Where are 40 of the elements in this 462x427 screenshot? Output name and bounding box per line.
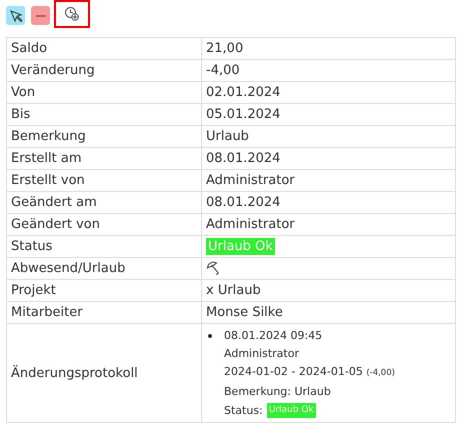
pointer-icon [8, 8, 22, 22]
field-label: Änderungsprotokoll [6, 324, 202, 422]
field-label: Bemerkung [6, 126, 202, 148]
field-label: Geändert am [6, 192, 202, 214]
field-label: Abwesend/Urlaub [6, 258, 202, 280]
field-value: 08.01.2024 [206, 195, 280, 210]
status-badge: Urlaub Ok [266, 403, 316, 418]
field-label: Erstellt am [6, 148, 202, 170]
clock-add-button[interactable] [56, 2, 88, 26]
pointer-button[interactable] [6, 6, 25, 25]
field-label: Veränderung [6, 60, 202, 82]
field-label: Status [6, 236, 202, 258]
field-value: x Urlaub [206, 283, 261, 298]
field-value: -4,00 [206, 63, 240, 78]
field-value: 02.01.2024 [206, 85, 280, 100]
field-label: Von [6, 82, 202, 104]
field-label: Bis [6, 104, 202, 126]
field-value: 21,00 [206, 41, 244, 56]
status-badge: Urlaub Ok [206, 238, 275, 255]
log-status-label: Status: [224, 404, 263, 417]
clock-add-icon [64, 6, 80, 22]
field-label: Mitarbeiter [6, 302, 202, 324]
bullet-icon [208, 334, 212, 338]
field-value: Urlaub [206, 129, 249, 144]
log-remark: Bemerkung: Urlaub [224, 385, 332, 398]
field-label: Erstellt von [6, 170, 202, 192]
log-range: 2024-01-02 - 2024-01-05 (-4,00) [224, 365, 395, 380]
field-label: Saldo [6, 38, 202, 60]
field-value: Administrator [206, 217, 295, 232]
minus-icon [36, 14, 46, 16]
umbrella-icon [206, 261, 221, 276]
field-value: 08.01.2024 [206, 151, 280, 166]
field-value: Monse Silke [206, 305, 283, 320]
log-user: Administrator [224, 347, 300, 360]
remove-button[interactable] [31, 6, 50, 25]
field-label: Geändert von [6, 214, 202, 236]
field-value: Administrator [206, 173, 295, 188]
field-label: Projekt [6, 280, 202, 302]
log-time: 08.01.2024 09:45 [224, 329, 324, 342]
field-value: 05.01.2024 [206, 107, 280, 122]
